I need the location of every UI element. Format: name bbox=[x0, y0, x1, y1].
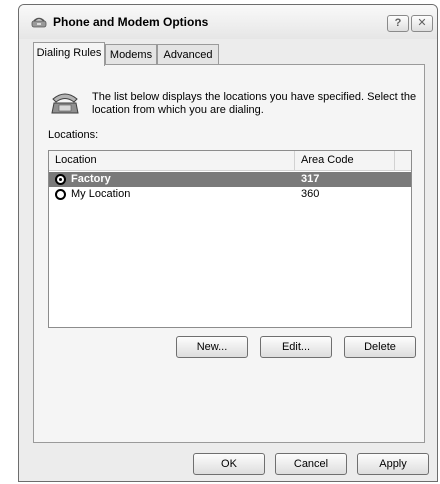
cancel-button[interactable]: Cancel bbox=[275, 453, 347, 475]
location-row-factory[interactable]: Factory 317 bbox=[49, 172, 411, 187]
locations-label: Locations: bbox=[48, 129, 99, 141]
column-header-location[interactable]: Location bbox=[49, 151, 295, 171]
apply-button[interactable]: Apply bbox=[357, 453, 429, 475]
list-header: Location Area Code bbox=[49, 151, 411, 171]
tab-dialing-rules[interactable]: Dialing Rules bbox=[33, 42, 105, 66]
location-row-my-location[interactable]: My Location 360 bbox=[49, 187, 411, 202]
help-button[interactable]: ? bbox=[387, 15, 409, 32]
dialing-rules-panel: The list below displays the locations yo… bbox=[33, 64, 425, 443]
location-name: Factory bbox=[71, 173, 111, 185]
radio-selected-icon[interactable] bbox=[55, 174, 66, 185]
close-button[interactable]: ✕ bbox=[411, 15, 433, 32]
tab-modems[interactable]: Modems bbox=[105, 44, 157, 66]
radio-icon[interactable] bbox=[55, 189, 66, 200]
delete-button[interactable]: Delete bbox=[344, 336, 416, 358]
description-text: The list below displays the locations yo… bbox=[92, 91, 417, 116]
title-bar[interactable]: Phone and Modem Options ? ✕ bbox=[19, 5, 437, 39]
column-header-area-code[interactable]: Area Code bbox=[295, 151, 395, 171]
location-name: My Location bbox=[71, 188, 131, 200]
dialog-window: Phone and Modem Options ? ✕ Dialing Rule… bbox=[18, 4, 438, 482]
ok-button[interactable]: OK bbox=[193, 453, 265, 475]
telephone-icon bbox=[51, 93, 79, 114]
edit-button[interactable]: Edit... bbox=[260, 336, 332, 358]
locations-list[interactable]: Location Area Code Factory 317 My Locati… bbox=[48, 150, 412, 328]
area-code: 360 bbox=[301, 188, 320, 200]
area-code: 317 bbox=[301, 173, 320, 185]
window-title: Phone and Modem Options bbox=[53, 15, 209, 29]
phone-modem-icon bbox=[31, 17, 47, 28]
tab-advanced[interactable]: Advanced bbox=[157, 44, 219, 66]
new-button[interactable]: New... bbox=[176, 336, 248, 358]
